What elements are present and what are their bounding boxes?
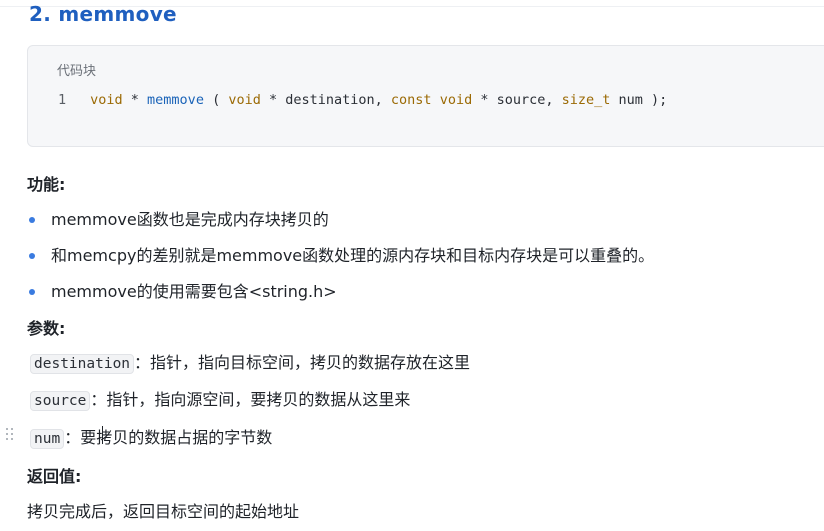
text-cursor [102, 426, 103, 444]
bullet-dot-icon [29, 288, 35, 295]
code-token: void [439, 92, 473, 108]
param-num: num ：要拷贝的数据占据的字节数 [30, 424, 272, 449]
list-item-text: memmove的使用需要包含<string.h> [51, 282, 337, 301]
code-block-caption: 代码块 [57, 64, 97, 79]
return-section-title: 返回值: [27, 467, 82, 486]
params-section-title: 参数: [27, 319, 66, 338]
list-item: memmove函数也是完成内存块拷贝的 [29, 206, 329, 230]
list-item-text: 和memcpy的差别就是memmove函数处理的源内存块和目标内存块是可以重叠的… [51, 246, 655, 265]
code-line: 1 void * memmove ( void * destination, co… [58, 92, 667, 108]
code-token: memmove [147, 92, 204, 108]
code-token: void [90, 92, 123, 108]
code-token: const [390, 92, 432, 108]
code-token: void [228, 92, 261, 108]
code-token: ( [203, 92, 229, 108]
section-heading: 2. memmove [29, 2, 177, 26]
code-token: num ); [610, 92, 668, 108]
function-section-title: 功能: [27, 175, 66, 194]
bullet-dot-icon [29, 252, 35, 259]
inline-code: num [30, 429, 65, 449]
code-block[interactable]: 代码块 1 void * memmove ( void * destination… [27, 45, 824, 147]
code-token: * [122, 92, 148, 108]
list-item-text: memmove函数也是完成内存块拷贝的 [51, 210, 329, 229]
param-description: ：指针，指向目标空间，拷贝的数据存放在这里 [134, 353, 471, 372]
drag-handle-icon[interactable] [5, 426, 15, 442]
param-destination: destination ：指针，指向目标空间，拷贝的数据存放在这里 [30, 349, 470, 374]
inline-code: destination [30, 354, 135, 374]
list-item: 和memcpy的差别就是memmove函数处理的源内存块和目标内存块是可以重叠的… [29, 242, 654, 266]
list-item: memmove的使用需要包含<string.h> [29, 278, 337, 302]
code-token: size_t [561, 92, 611, 108]
code-token: * destination, [260, 92, 391, 108]
return-description: 拷贝完成后，返回目标空间的起始地址 [27, 502, 300, 521]
param-description: ：要拷贝的数据占据的字节数 [64, 428, 273, 447]
param-source: source ：指针，指向源空间，要拷贝的数据从这里来 [30, 386, 410, 411]
code-token: * source, [472, 92, 562, 108]
bullet-dot-icon [29, 216, 35, 223]
line-number: 1 [58, 92, 67, 108]
param-description: ：指针，指向源空间，要拷贝的数据从这里来 [90, 390, 411, 409]
inline-code: source [30, 391, 91, 411]
document-page: 2. memmove 代码块 1 void * memmove ( void * … [0, 0, 824, 531]
